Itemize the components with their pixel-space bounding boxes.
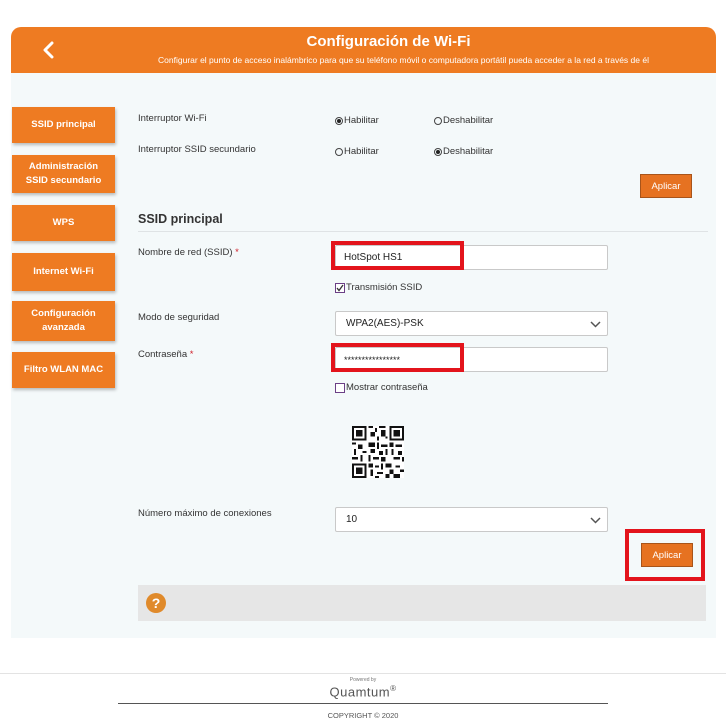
checkbox-checked-icon — [335, 282, 345, 293]
max-connections-label: Número máximo de conexiones — [138, 508, 272, 519]
secondary-ssid-switch-label: Interruptor SSID secundario — [138, 144, 256, 155]
question-icon[interactable]: ? — [146, 593, 166, 613]
footer-rule — [118, 703, 608, 704]
copyright-text: COPYRIGHT © 2020 — [327, 711, 399, 720]
wifi-switch-label: Interruptor Wi-Fi — [138, 113, 207, 124]
secondary-enable-radio[interactable]: Habilitar — [335, 146, 379, 157]
chevron-down-icon — [590, 517, 601, 524]
max-connections-select[interactable]: 10 — [335, 507, 608, 532]
required-mark: * — [235, 247, 239, 258]
brand-logo: Quamtum® — [329, 684, 397, 700]
section-divider — [138, 231, 708, 232]
broadcast-ssid-checkbox[interactable]: Transmisión SSID — [335, 282, 422, 293]
secondary-disable-radio[interactable]: Deshabilitar — [434, 146, 493, 157]
radio-empty-icon — [434, 116, 442, 125]
settings-form: Interruptor Wi-Fi Habilitar Deshabilitar… — [0, 0, 726, 728]
qr-code-icon — [352, 426, 404, 478]
security-mode-select[interactable]: WPA2(AES)-PSK — [335, 311, 608, 336]
required-mark: * — [189, 349, 194, 360]
password-input[interactable]: **************** — [335, 347, 608, 372]
apply-ssid-button[interactable]: Aplicar — [641, 543, 693, 567]
apply-switches-button[interactable]: Aplicar — [640, 174, 692, 198]
security-mode-label: Modo de seguridad — [138, 312, 220, 323]
checkbox-empty-icon — [335, 382, 345, 393]
wifi-disable-radio[interactable]: Deshabilitar — [434, 115, 493, 126]
radio-empty-icon — [335, 147, 343, 156]
wifi-enable-radio[interactable]: Habilitar — [335, 115, 379, 126]
radio-selected-icon — [434, 147, 442, 156]
network-name-input[interactable]: HotSpot HS1 — [335, 245, 608, 270]
radio-selected-icon — [335, 116, 343, 125]
help-bar: ? — [138, 585, 706, 621]
network-name-label: Nombre de red (SSID) * — [138, 247, 239, 258]
section-title-ssid-principal: SSID principal — [138, 212, 223, 226]
chevron-down-icon — [590, 321, 601, 328]
show-password-checkbox[interactable]: Mostrar contraseña — [335, 382, 428, 393]
password-label: Contraseña * — [138, 349, 194, 360]
footer-divider — [0, 673, 726, 674]
powered-by-text: Powered by — [349, 677, 377, 683]
wifi-settings-page: Configuración de Wi-Fi Configurar el pun… — [0, 0, 726, 728]
